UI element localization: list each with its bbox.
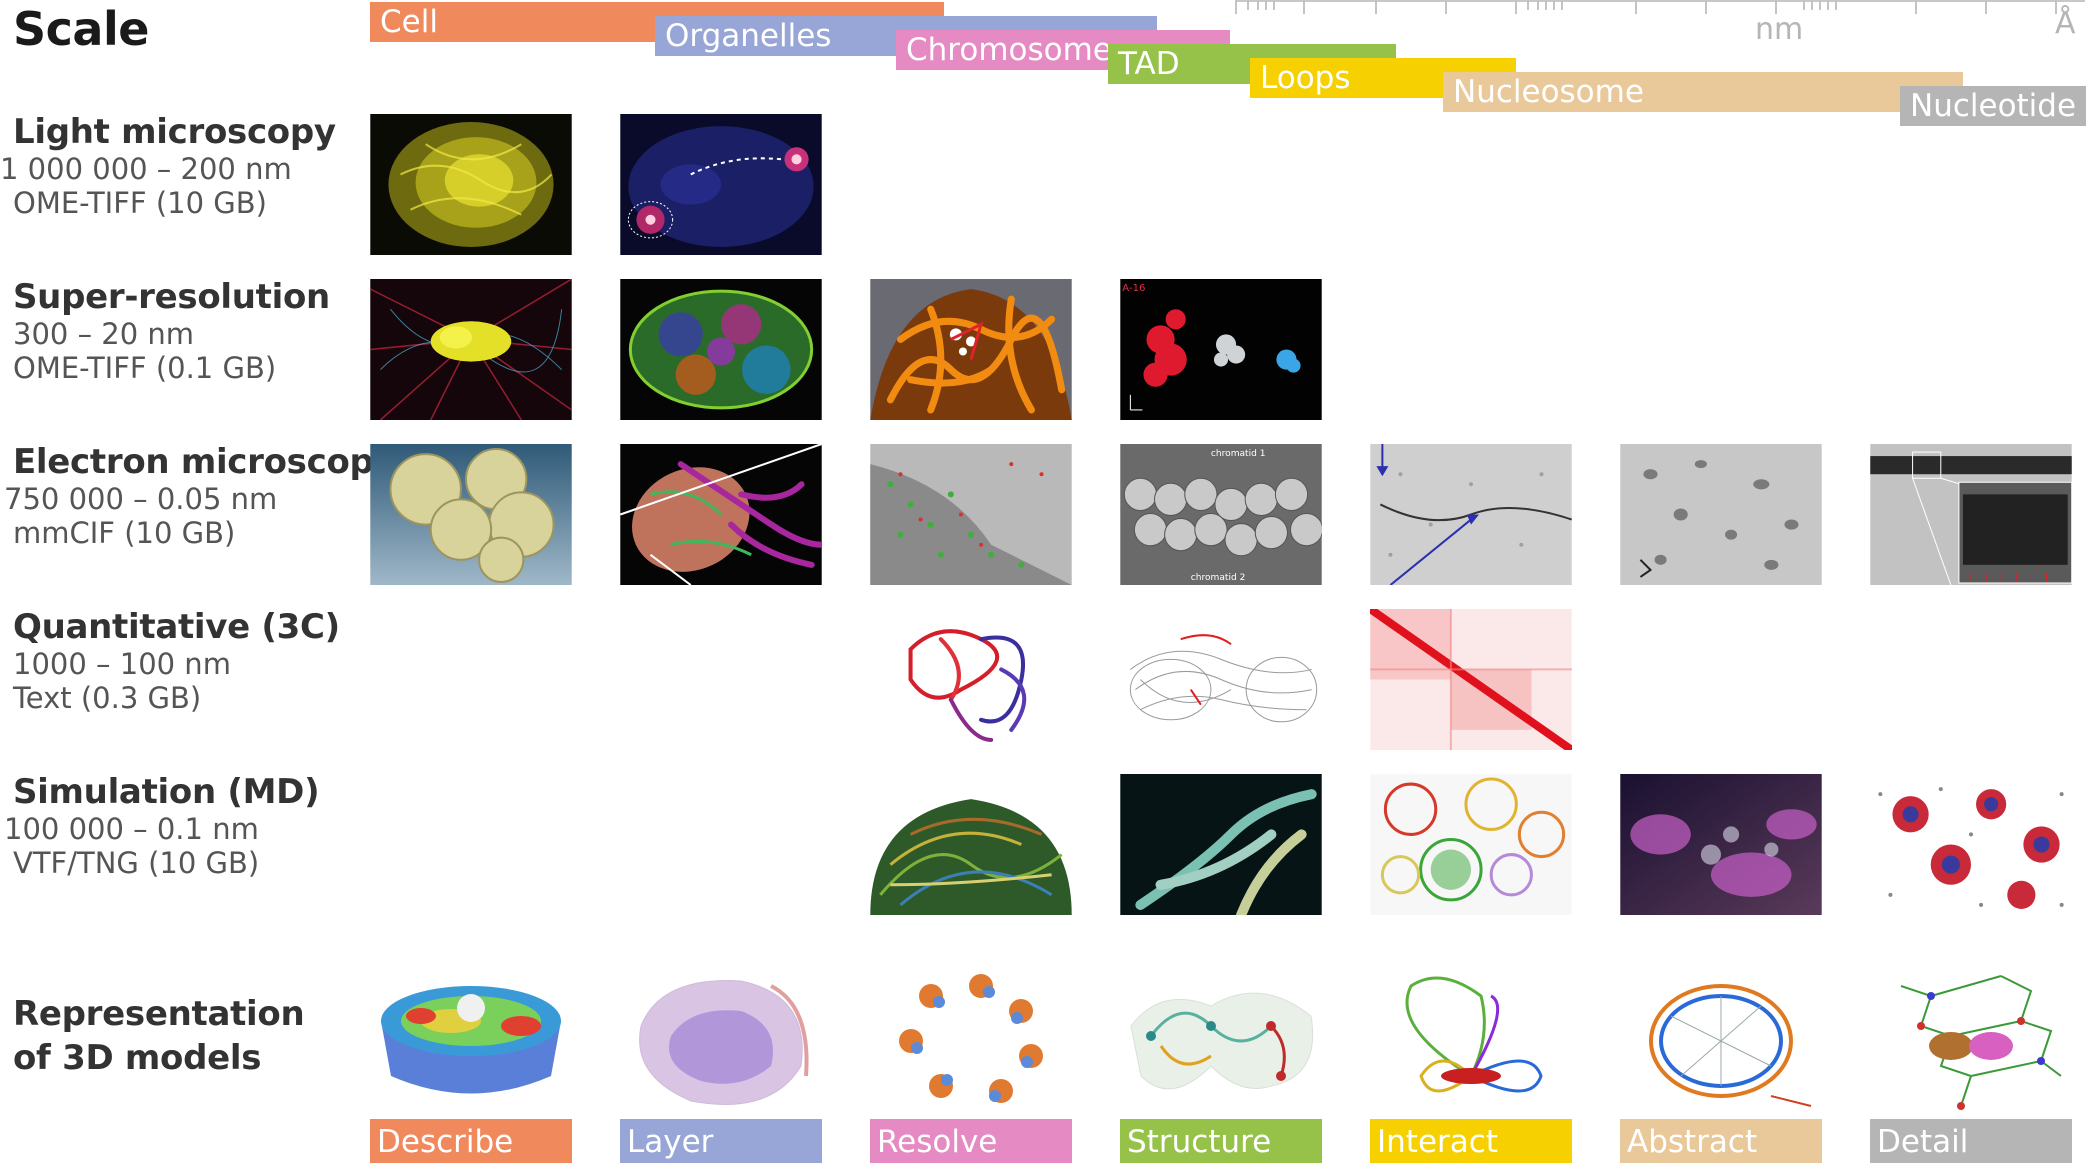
- row-label-electron-microscopy: Electron microscopy 750 000 – 0.05 nm mm…: [4, 442, 396, 550]
- row-title-line1: Representation: [13, 994, 305, 1034]
- row-title: Light microscopy: [13, 112, 336, 152]
- row-label-light-microscopy: Light microscopy 1 000 000 – 200 nm OME-…: [0, 112, 336, 220]
- row-title: Super-resolution: [13, 277, 330, 317]
- image-rep-structure: [1120, 966, 1322, 1116]
- scale-bar-nucleotide: Nucleotide: [1900, 86, 2086, 126]
- row-label-simulation-md: Simulation (MD) 100 000 – 0.1 nm VTF/TNG…: [4, 772, 320, 880]
- image-md-nucleosome-particles: [1870, 774, 2072, 915]
- image-3c-polymer-model: [870, 609, 1072, 750]
- image-rep-describe: [370, 966, 572, 1116]
- image-3c-contact-map: [1370, 609, 1572, 750]
- image-super-res-clusters: A-16: [1120, 279, 1322, 420]
- image-rep-layer: [620, 966, 822, 1116]
- category-interact: Interact: [1370, 1119, 1572, 1163]
- ruler-line: [1235, 0, 2085, 2]
- image-super-res-chromosome-network: [370, 279, 572, 420]
- image-em-cell-cluster: [370, 444, 572, 585]
- image-rep-interact: [1370, 966, 1572, 1116]
- image-em-chromatids: chromatid 1 chromatid 2: [1120, 444, 1322, 585]
- image-light-fish-nucleus: [620, 114, 822, 255]
- image-3c-ensemble-model: [1120, 609, 1322, 750]
- row-format: Text (0.3 GB): [13, 681, 202, 715]
- image-em-fiber-arrows: [1370, 444, 1572, 585]
- row-format: OME-TIFF (0.1 GB): [13, 351, 277, 385]
- image-label-chromatid-1: chromatid 1: [1211, 449, 1266, 459]
- page-title: Scale: [13, 2, 149, 56]
- category-describe: Describe: [370, 1119, 572, 1163]
- row-range: 100 000 – 0.1 nm: [4, 812, 259, 846]
- row-format: OME-TIFF (10 GB): [13, 186, 267, 220]
- scale-ruler: nm Å: [1235, 0, 2085, 47]
- image-rep-resolve: [870, 966, 1072, 1116]
- image-label-chromatid-2: chromatid 2: [1191, 573, 1246, 583]
- row-range: 300 – 20 nm: [13, 317, 195, 351]
- row-label-quantitative-3c: Quantitative (3C) 1000 – 100 nm Text (0.…: [13, 607, 340, 715]
- row-format: VTF/TNG (10 GB): [13, 846, 260, 880]
- row-range: 1 000 000 – 200 nm: [0, 152, 292, 186]
- row-range: 1000 – 100 nm: [13, 647, 231, 681]
- image-em-nucleosomes: [1620, 444, 1822, 585]
- image-light-nucleus-yellow: [370, 114, 572, 255]
- image-label-a16: A-16: [1122, 283, 1145, 294]
- image-em-chromatin-grey: [870, 444, 1072, 585]
- image-super-res-orange-network: [870, 279, 1072, 420]
- image-md-colorful-proteins: [1370, 774, 1572, 915]
- ruler-unit-nm: nm: [1755, 12, 1804, 47]
- category-resolve: Resolve: [870, 1119, 1072, 1163]
- image-md-glow-strands: [1120, 774, 1322, 915]
- row-title: Quantitative (3C): [13, 607, 340, 647]
- row-title-line2: of 3D models: [13, 1038, 262, 1078]
- row-format: mmCIF (10 GB): [13, 516, 236, 550]
- image-em-organelle: [620, 444, 822, 585]
- category-layer: Layer: [620, 1119, 822, 1163]
- scale-bar-nucleosome: Nucleosome: [1443, 72, 1963, 112]
- row-title: Simulation (MD): [13, 772, 320, 812]
- image-md-abstract-scene: [1620, 774, 1822, 915]
- category-abstract: Abstract: [1620, 1119, 1822, 1163]
- category-structure: Structure: [1120, 1119, 1322, 1163]
- image-rep-abstract: [1620, 966, 1822, 1116]
- row-range: 750 000 – 0.05 nm: [4, 482, 278, 516]
- row-title: Electron microscopy: [13, 442, 396, 482]
- image-super-res-multicolor-nucleus: [620, 279, 822, 420]
- category-detail: Detail: [1870, 1119, 2072, 1163]
- row-label-representation: Representation of 3D models: [13, 992, 305, 1080]
- image-rep-detail: [1870, 966, 2072, 1116]
- image-md-fiber-mesh: [870, 774, 1072, 915]
- image-em-detail-inset: [1870, 444, 2072, 585]
- ruler-unit-angstrom: Å: [2055, 6, 2076, 41]
- row-label-super-resolution: Super-resolution 300 – 20 nm OME-TIFF (0…: [13, 277, 330, 385]
